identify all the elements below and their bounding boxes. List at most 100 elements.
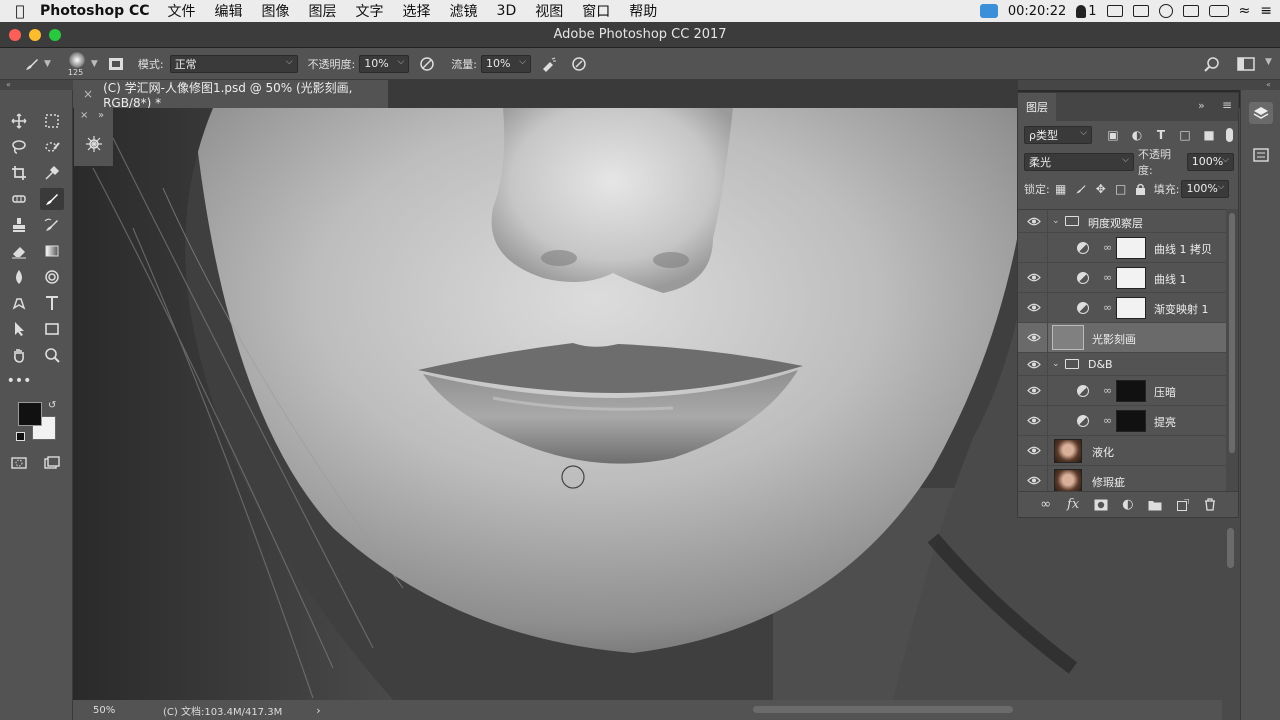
layer-row[interactable]: ∞ 曲线 1 拷贝 xyxy=(1018,233,1226,263)
menu-extra-icon[interactable] xyxy=(1158,4,1173,18)
chevron-down-icon[interactable]: ▼ xyxy=(1265,57,1272,67)
link-icon[interactable]: ∞ xyxy=(1103,384,1112,397)
chevron-down-icon[interactable]: ⌄ xyxy=(1052,216,1060,226)
layer-group-row[interactable]: ⌄ 明度观察层 xyxy=(1018,210,1226,233)
layer-row[interactable]: 液化 xyxy=(1018,436,1226,466)
layers-panel-icon[interactable] xyxy=(1249,102,1273,124)
gradient-tool[interactable] xyxy=(40,240,64,262)
lock-transparent-icon[interactable]: ▦ xyxy=(1052,180,1070,198)
delete-layer-icon[interactable] xyxy=(1201,496,1219,514)
blur-tool[interactable] xyxy=(7,266,31,288)
blend-mode-select[interactable]: 柔光 ⌵ xyxy=(1024,152,1134,171)
eraser-tool[interactable] xyxy=(7,240,31,262)
layer-name[interactable]: 修瑕疵 xyxy=(1092,474,1125,490)
menu-layer[interactable]: 图层 xyxy=(309,1,337,21)
foreground-color-swatch[interactable] xyxy=(18,402,42,426)
search-icon[interactable] xyxy=(1202,54,1222,74)
layer-row[interactable]: ∞ 压暗 xyxy=(1018,376,1226,406)
layer-name[interactable]: 压暗 xyxy=(1154,384,1176,400)
layer-filter-select[interactable]: ρ类型 ⌵ xyxy=(1024,125,1092,144)
flow-input[interactable]: 10% ⌵ xyxy=(481,54,531,73)
clock[interactable]: 00:20:22 xyxy=(1008,4,1066,19)
collapse-left-icon[interactable]: « xyxy=(6,80,11,89)
menu-type[interactable]: 文字 xyxy=(356,1,384,21)
expand-panel-icon[interactable]: » xyxy=(98,110,104,121)
new-layer-icon[interactable] xyxy=(1174,496,1192,514)
sidebar-icon[interactable] xyxy=(1132,5,1149,17)
visibility-cell[interactable] xyxy=(1018,233,1048,262)
quick-mask-icon[interactable] xyxy=(7,452,31,474)
layer-opacity-input[interactable]: 100% ⌵ xyxy=(1186,152,1234,171)
layer-name[interactable]: 光影刻画 xyxy=(1092,331,1136,347)
new-group-icon[interactable] xyxy=(1146,496,1164,514)
mask-thumbnail[interactable] xyxy=(1116,380,1146,402)
filter-pixel-icon[interactable]: ▣ xyxy=(1104,126,1122,144)
visibility-cell[interactable] xyxy=(1018,466,1048,491)
crop-tool[interactable] xyxy=(7,162,31,184)
link-icon[interactable]: ∞ xyxy=(1103,271,1112,284)
menu-window[interactable]: 窗口 xyxy=(582,1,610,21)
visibility-cell[interactable] xyxy=(1018,323,1048,352)
menu-help[interactable]: 帮助 xyxy=(629,1,657,21)
visibility-cell[interactable] xyxy=(1018,263,1048,292)
add-mask-icon[interactable] xyxy=(1092,496,1110,514)
workspace-switcher-icon[interactable] xyxy=(1236,54,1256,74)
new-adjustment-layer-icon[interactable]: ◐ xyxy=(1119,496,1137,514)
pressure-opacity-icon[interactable] xyxy=(417,54,437,74)
marquee-tool[interactable] xyxy=(40,110,64,132)
lock-all-icon[interactable] xyxy=(1132,180,1150,198)
layer-group-row[interactable]: ⌄ D&B xyxy=(1018,353,1226,376)
layer-name[interactable]: 曲线 1 xyxy=(1154,271,1187,287)
panel-menu-icon[interactable]: ≡ xyxy=(1222,98,1232,112)
tab-layers[interactable]: 图层 xyxy=(1018,93,1056,121)
battery-status-icon[interactable] xyxy=(1106,5,1123,17)
visibility-cell[interactable] xyxy=(1018,293,1048,322)
battery-icon[interactable] xyxy=(1208,5,1229,17)
brush-picker-chevron-icon[interactable]: ▼ xyxy=(91,59,98,69)
layers-scrollbar[interactable] xyxy=(1226,209,1238,491)
mask-thumbnail[interactable] xyxy=(1116,410,1146,432)
lasso-tool[interactable] xyxy=(7,136,31,158)
menu-file[interactable]: 文件 xyxy=(168,1,196,21)
horizontal-scrollbar[interactable] xyxy=(753,706,1013,713)
visibility-cell[interactable] xyxy=(1018,353,1048,375)
eyedropper-tool[interactable] xyxy=(40,162,64,184)
layer-row[interactable]: ∞ 曲线 1 xyxy=(1018,263,1226,293)
brush-tool[interactable] xyxy=(40,188,64,210)
zoom-tool[interactable] xyxy=(40,344,64,366)
pen-tool[interactable] xyxy=(7,292,31,314)
vertical-scroll-thumb[interactable] xyxy=(1227,528,1234,568)
filter-type-icon[interactable]: T xyxy=(1152,126,1170,144)
mask-thumbnail[interactable] xyxy=(1116,297,1146,319)
close-tab-icon[interactable]: × xyxy=(83,87,93,101)
menu-image[interactable]: 图像 xyxy=(262,1,290,21)
lock-position-icon[interactable]: ✥ xyxy=(1092,180,1110,198)
app-menu[interactable]: Photoshop CC xyxy=(40,3,150,19)
lock-image-icon[interactable] xyxy=(1072,180,1090,198)
layer-thumbnail[interactable] xyxy=(1054,439,1082,463)
layer-thumbnail[interactable] xyxy=(1054,469,1082,491)
history-brush-tool[interactable] xyxy=(40,214,64,236)
layer-name[interactable]: 曲线 1 拷贝 xyxy=(1154,241,1212,257)
notification-icon[interactable]: 1 xyxy=(1076,4,1097,19)
layer-row[interactable]: 修瑕疵 xyxy=(1018,466,1226,491)
menu-filter[interactable]: 滤镜 xyxy=(450,1,478,21)
layer-name[interactable]: 液化 xyxy=(1092,444,1114,460)
brush-tool-preset-icon[interactable] xyxy=(22,54,42,74)
layer-thumbnail[interactable] xyxy=(1052,325,1084,350)
link-icon[interactable]: ∞ xyxy=(1103,301,1112,314)
link-icon[interactable]: ∞ xyxy=(1103,241,1112,254)
zoom-window-button[interactable] xyxy=(49,29,61,41)
recorder-icon[interactable] xyxy=(979,4,998,18)
document-tab[interactable]: × (C) 学汇网-人像修图1.psd @ 50% (光影刻画, RGB/8*)… xyxy=(73,80,388,110)
default-colors-icon[interactable] xyxy=(16,432,25,441)
airbrush-icon[interactable] xyxy=(539,54,559,74)
layers-scroll-thumb[interactable] xyxy=(1229,213,1235,453)
more-icon[interactable]: ≡ xyxy=(1260,3,1272,19)
airplay-icon[interactable] xyxy=(1182,5,1199,17)
clone-stamp-tool[interactable] xyxy=(7,214,31,236)
quick-selection-tool[interactable] xyxy=(40,136,64,158)
status-menu-arrow-icon[interactable]: › xyxy=(316,704,320,717)
filter-smart-object-icon[interactable]: ■ xyxy=(1200,126,1218,144)
filter-shape-icon[interactable]: □ xyxy=(1176,126,1194,144)
